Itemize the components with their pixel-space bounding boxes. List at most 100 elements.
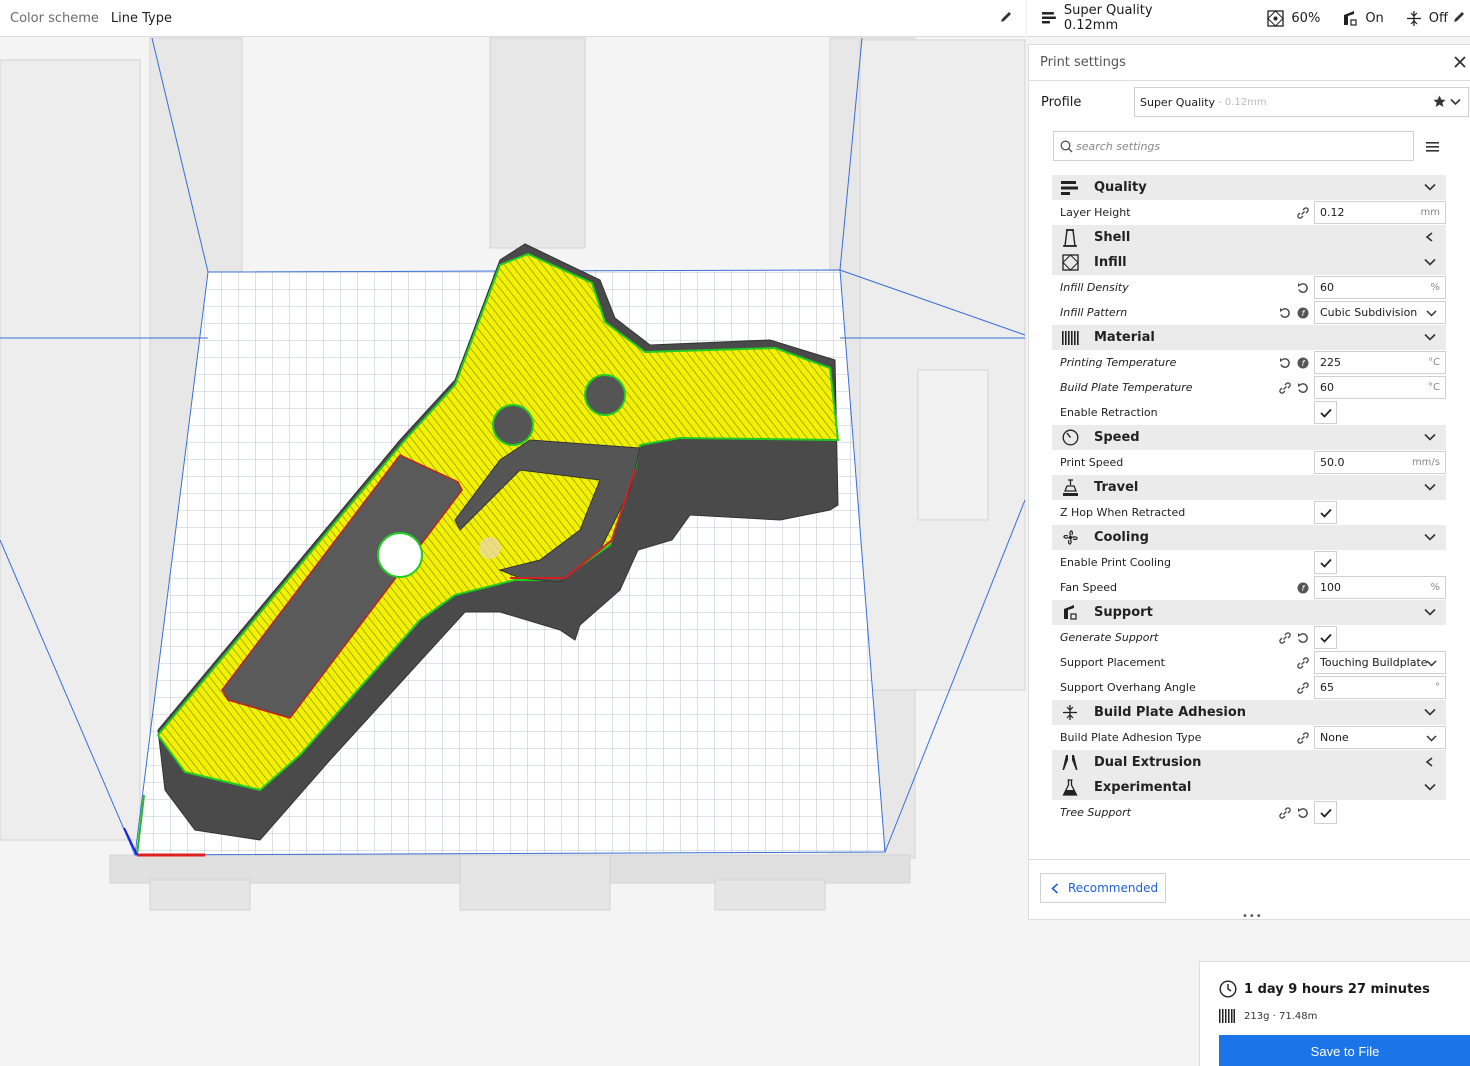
support-icon bbox=[1344, 10, 1357, 26]
color-scheme-value[interactable]: Line Type bbox=[111, 11, 172, 26]
chevron-down-icon[interactable] bbox=[1424, 432, 1436, 445]
material-usage: 213g · 71.48m bbox=[1219, 1008, 1317, 1024]
reset-icon[interactable] bbox=[1297, 382, 1309, 394]
quality-icon bbox=[1061, 179, 1079, 197]
setting-layer-height: Layer Height 0.12 mm bbox=[1052, 200, 1446, 225]
profile-summary[interactable]: Super Quality 0.12mm bbox=[1041, 3, 1209, 33]
checkmark-icon bbox=[1319, 808, 1332, 818]
category-material[interactable]: Material bbox=[1052, 325, 1446, 350]
infill-summary[interactable]: 60% bbox=[1267, 9, 1321, 27]
support-summary-text: On bbox=[1365, 10, 1384, 26]
chevron-down-icon[interactable] bbox=[1424, 707, 1436, 720]
enable-retraction-checkbox[interactable] bbox=[1314, 401, 1337, 424]
category-infill[interactable]: Infill bbox=[1052, 250, 1446, 275]
reset-icon[interactable] bbox=[1297, 632, 1309, 644]
material-icon bbox=[1061, 329, 1079, 347]
function-icon[interactable]: f bbox=[1297, 307, 1309, 319]
dual-extrusion-icon bbox=[1061, 754, 1079, 772]
infill-icon bbox=[1061, 254, 1079, 272]
support-placement-select[interactable]: Touching Buildplate bbox=[1314, 651, 1446, 674]
settings-menu-icon[interactable] bbox=[1426, 138, 1440, 152]
link-icon[interactable] bbox=[1297, 656, 1309, 669]
chevron-down-icon[interactable] bbox=[1424, 182, 1436, 195]
reset-icon[interactable] bbox=[1297, 282, 1309, 294]
print-temperature-field[interactable]: 225 °C bbox=[1314, 351, 1446, 374]
generate-support-checkbox[interactable] bbox=[1314, 626, 1337, 649]
search-row bbox=[1029, 123, 1470, 167]
travel-icon bbox=[1061, 478, 1079, 497]
search-box[interactable] bbox=[1053, 131, 1414, 161]
chevron-down-icon[interactable] bbox=[1424, 257, 1436, 270]
setting-enable-cooling: Enable Print Cooling bbox=[1052, 550, 1446, 575]
support-summary[interactable]: On bbox=[1342, 10, 1384, 27]
chevron-down-icon[interactable] bbox=[1424, 482, 1436, 495]
settings-list: Quality Layer Height 0.12 mm Shell Infill… bbox=[1052, 175, 1446, 825]
shell-icon bbox=[1061, 228, 1079, 247]
adhesion-type-select[interactable]: None bbox=[1314, 726, 1446, 749]
close-icon[interactable] bbox=[1454, 56, 1466, 72]
category-dual-extrusion[interactable]: Dual Extrusion bbox=[1052, 750, 1446, 775]
flask-icon bbox=[1061, 779, 1079, 797]
chevron-down-icon[interactable] bbox=[1424, 607, 1436, 620]
setting-print-temperature: Printing Temperature f 225 °C bbox=[1052, 350, 1446, 375]
setting-build-plate-temperature: Build Plate Temperature 60 °C bbox=[1052, 375, 1446, 400]
chevron-left-icon[interactable] bbox=[1424, 232, 1436, 245]
category-travel[interactable]: Travel bbox=[1052, 475, 1446, 500]
infill-summary-text: 60% bbox=[1291, 10, 1321, 26]
profile-row: Profile Super Quality - 0.12mm bbox=[1029, 81, 1470, 123]
link-icon[interactable] bbox=[1297, 206, 1309, 219]
category-support[interactable]: Support bbox=[1052, 600, 1446, 625]
recommended-button[interactable]: Recommended bbox=[1040, 873, 1166, 903]
print-setup-bar[interactable]: Super Quality 0.12mm 60% On Off bbox=[1027, 0, 1470, 37]
profile-select[interactable]: Super Quality - 0.12mm bbox=[1134, 87, 1469, 117]
spool-icon bbox=[1219, 1009, 1235, 1023]
link-icon[interactable] bbox=[1279, 631, 1291, 644]
category-experimental[interactable]: Experimental bbox=[1052, 775, 1446, 800]
infill-density-field[interactable]: 60% bbox=[1314, 276, 1446, 299]
category-speed[interactable]: Speed bbox=[1052, 425, 1446, 450]
chevron-down-icon[interactable] bbox=[1424, 332, 1436, 345]
adhesion-summary[interactable]: Off bbox=[1406, 10, 1448, 27]
link-icon[interactable] bbox=[1297, 731, 1309, 744]
category-shell[interactable]: Shell bbox=[1052, 225, 1446, 250]
save-to-file-button[interactable]: Save to File bbox=[1219, 1035, 1470, 1066]
setting-infill-pattern: Infill Pattern f Cubic Subdivision bbox=[1052, 300, 1446, 325]
edit-pencil-icon[interactable] bbox=[999, 10, 1015, 26]
link-icon[interactable] bbox=[1279, 806, 1291, 819]
overhang-angle-field[interactable]: 65 ° bbox=[1314, 676, 1446, 699]
color-scheme-bar[interactable]: Color scheme Line Type bbox=[0, 0, 1025, 37]
fan-speed-field[interactable]: 100% bbox=[1314, 576, 1446, 599]
layer-height-field[interactable]: 0.12 mm bbox=[1314, 201, 1446, 224]
chevron-down-icon[interactable] bbox=[1449, 95, 1462, 108]
reset-icon[interactable] bbox=[1279, 307, 1291, 319]
reset-icon[interactable] bbox=[1297, 807, 1309, 819]
reset-icon[interactable] bbox=[1279, 357, 1291, 369]
category-quality[interactable]: Quality bbox=[1052, 175, 1446, 200]
edit-pencil-icon-right[interactable] bbox=[1452, 10, 1466, 28]
setting-generate-support: Generate Support bbox=[1052, 625, 1446, 650]
chevron-left-icon[interactable] bbox=[1424, 757, 1436, 770]
setting-support-placement: Support Placement Touching Buildplate bbox=[1052, 650, 1446, 675]
search-icon bbox=[1060, 140, 1073, 152]
search-input[interactable] bbox=[1076, 139, 1396, 153]
chevron-down-icon[interactable] bbox=[1424, 532, 1436, 545]
build-plate-temperature-field[interactable]: 60 °C bbox=[1314, 376, 1446, 399]
star-icon[interactable] bbox=[1433, 95, 1446, 108]
enable-cooling-checkbox[interactable] bbox=[1314, 551, 1337, 574]
function-icon[interactable]: f bbox=[1297, 582, 1309, 594]
setting-overhang-angle: Support Overhang Angle 65 ° bbox=[1052, 675, 1446, 700]
infill-icon bbox=[1267, 9, 1285, 27]
link-icon[interactable] bbox=[1279, 381, 1291, 394]
tree-support-checkbox[interactable] bbox=[1314, 801, 1337, 824]
panel-header: Print settings bbox=[1029, 45, 1470, 81]
print-speed-field[interactable]: 50.0 mm/s bbox=[1314, 451, 1446, 474]
checkmark-icon bbox=[1319, 508, 1332, 518]
chevron-down-icon[interactable] bbox=[1424, 782, 1436, 795]
category-cooling[interactable]: Cooling bbox=[1052, 525, 1446, 550]
link-icon[interactable] bbox=[1297, 681, 1309, 694]
infill-pattern-select[interactable]: Cubic Subdivision bbox=[1314, 301, 1446, 324]
function-icon[interactable]: f bbox=[1297, 357, 1309, 369]
chevron-left-icon bbox=[1051, 882, 1059, 894]
category-build-plate-adhesion[interactable]: Build Plate Adhesion bbox=[1052, 700, 1446, 725]
z-hop-checkbox[interactable] bbox=[1314, 501, 1337, 524]
